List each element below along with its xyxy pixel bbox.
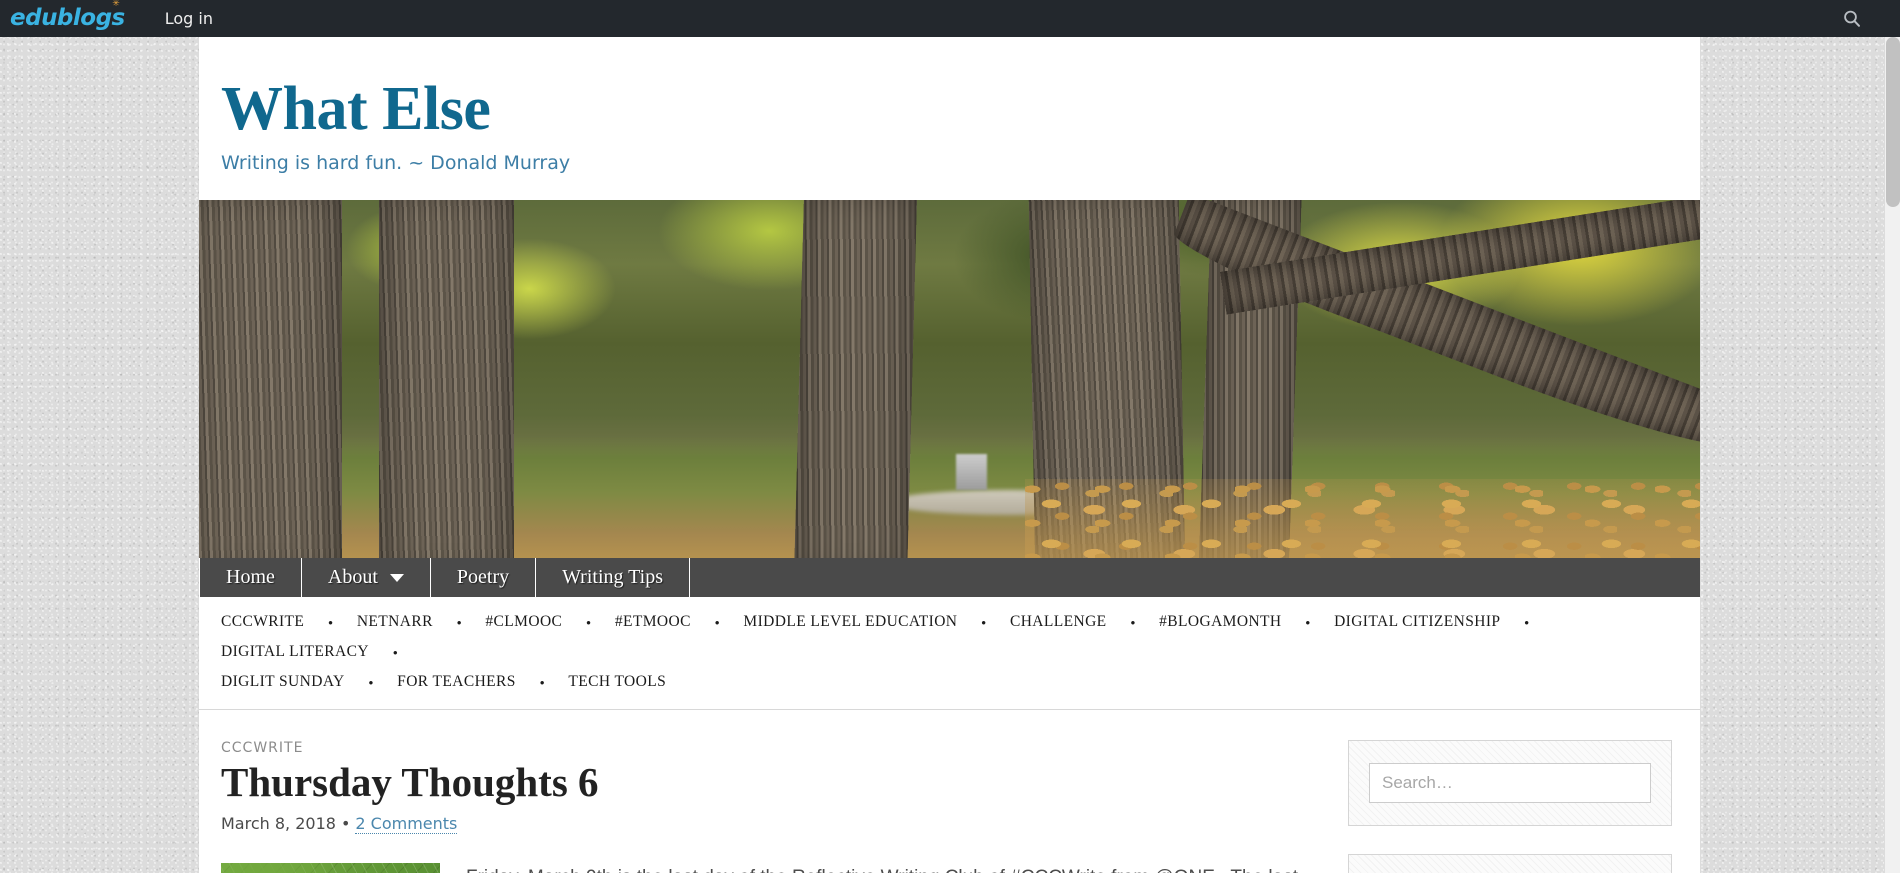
secondary-nav-item-diglit-sunday[interactable]: DIGLIT SUNDAY [221, 667, 345, 697]
secondary-nav-item-challenge[interactable]: CHALLENGE [1010, 607, 1107, 637]
post-body: xxped Friday, March 9th is the last day … [221, 863, 1316, 873]
site-title[interactable]: What Else [221, 76, 1700, 142]
search-icon [1844, 10, 1860, 27]
post-excerpt: Friday, March 9th is the last day of the… [466, 863, 1316, 873]
nav-item-poetry[interactable]: Poetry [431, 558, 537, 598]
nav-separator: • [1305, 614, 1311, 630]
edublogs-logo[interactable]: ✳ edublogs [10, 0, 125, 31]
nav-separator: • [328, 614, 333, 630]
nav-item-writing-tips[interactable]: Writing Tips [536, 558, 691, 598]
secondary-nav-item-netnarr[interactable]: NETNARR [357, 607, 433, 637]
nav-separator: • [1524, 614, 1529, 630]
nav-item-label: Poetry [456, 566, 510, 589]
post-thumbnail-image[interactable]: xxped [221, 863, 440, 873]
secondary-nav-item-digital-literacy[interactable]: DIGITAL LITERACY [221, 637, 369, 667]
secondary-nav-item-for-teachers[interactable]: FOR TEACHERS [397, 667, 516, 697]
secondary-nav-item-middle-level-education[interactable]: MIDDLE LEVEL EDUCATION [743, 607, 957, 637]
banner-stone [955, 454, 988, 491]
nav-separator: • [981, 614, 986, 630]
nav-item-label: Home [226, 566, 275, 589]
primary-navigation: Home About Poetry Writing Tips [199, 558, 1700, 598]
secondary-nav-item-blogamonth[interactable]: #BLOGAMONTH [1159, 607, 1281, 637]
meta-separator: • [340, 814, 351, 834]
site-container: What Else Writing is hard fun. ~ Donald … [199, 37, 1700, 873]
main-area: CCCWRITE Thursday Thoughts 6 March 8, 20… [199, 710, 1700, 873]
secondary-navigation: CCCWRITE • NETNARR • #CLMOOC • #ETMOOC •… [199, 597, 1700, 711]
edublogs-logo-text: edublogs [10, 5, 125, 31]
search-input[interactable] [1369, 763, 1651, 804]
banner-tree-trunk [794, 200, 918, 559]
logo-crown-icon: ✳ [112, 0, 119, 9]
post-date: March 8, 2018 [221, 814, 336, 834]
admin-search-button[interactable] [1842, 9, 1862, 29]
secondary-nav-item-etmooc[interactable]: #ETMOOC [615, 607, 691, 637]
banner-leaf-litter [1024, 479, 1700, 559]
secondary-nav-item-tech-tools[interactable]: TECH TOOLS [568, 667, 666, 697]
nav-item-label: Writing Tips [562, 566, 664, 589]
content-column: CCCWRITE Thursday Thoughts 6 March 8, 20… [221, 740, 1316, 873]
nav-separator: • [456, 614, 462, 630]
banner-tree-trunk [379, 200, 515, 559]
search-widget [1348, 740, 1672, 827]
log-in-link[interactable]: Log in [165, 9, 213, 28]
post-article: CCCWRITE Thursday Thoughts 6 March 8, 20… [221, 740, 1316, 873]
banner-tree-trunk [199, 200, 342, 559]
nav-separator: • [714, 614, 720, 630]
post-comments-link[interactable]: 2 Comments [355, 814, 458, 835]
site-branding: What Else Writing is hard fun. ~ Donald … [199, 37, 1700, 201]
nav-separator: • [586, 614, 591, 630]
page-scrollbar[interactable] [1884, 37, 1900, 873]
post-title[interactable]: Thursday Thoughts 6 [221, 759, 1316, 806]
nav-separator: • [392, 644, 398, 660]
secondary-nav-item-cccwrite[interactable]: CCCWRITE [221, 607, 304, 637]
post-category[interactable]: CCCWRITE [221, 740, 1316, 756]
admin-bar: ✳ edublogs Log in [0, 0, 1900, 37]
nav-item-label: About [327, 566, 378, 589]
secondary-nav-item-digital-citizenship[interactable]: DIGITAL CITIZENSHIP [1334, 607, 1500, 637]
nav-separator: • [539, 674, 545, 690]
welcome-widget: WELCOME [1348, 854, 1672, 873]
nav-separator: • [1130, 614, 1136, 630]
header-banner-image [199, 200, 1700, 559]
scrollbar-thumb[interactable] [1886, 37, 1900, 207]
nav-item-about[interactable]: About [302, 558, 431, 598]
chevron-down-icon [389, 573, 404, 582]
nav-separator: • [368, 674, 374, 690]
secondary-nav-item-clmooc[interactable]: #CLMOOC [485, 607, 562, 637]
post-meta: March 8, 2018 • 2 Comments [221, 814, 1316, 835]
site-tagline: Writing is hard fun. ~ Donald Murray [221, 152, 571, 175]
sidebar: WELCOME [1348, 740, 1672, 873]
nav-item-home[interactable]: Home [199, 558, 302, 598]
